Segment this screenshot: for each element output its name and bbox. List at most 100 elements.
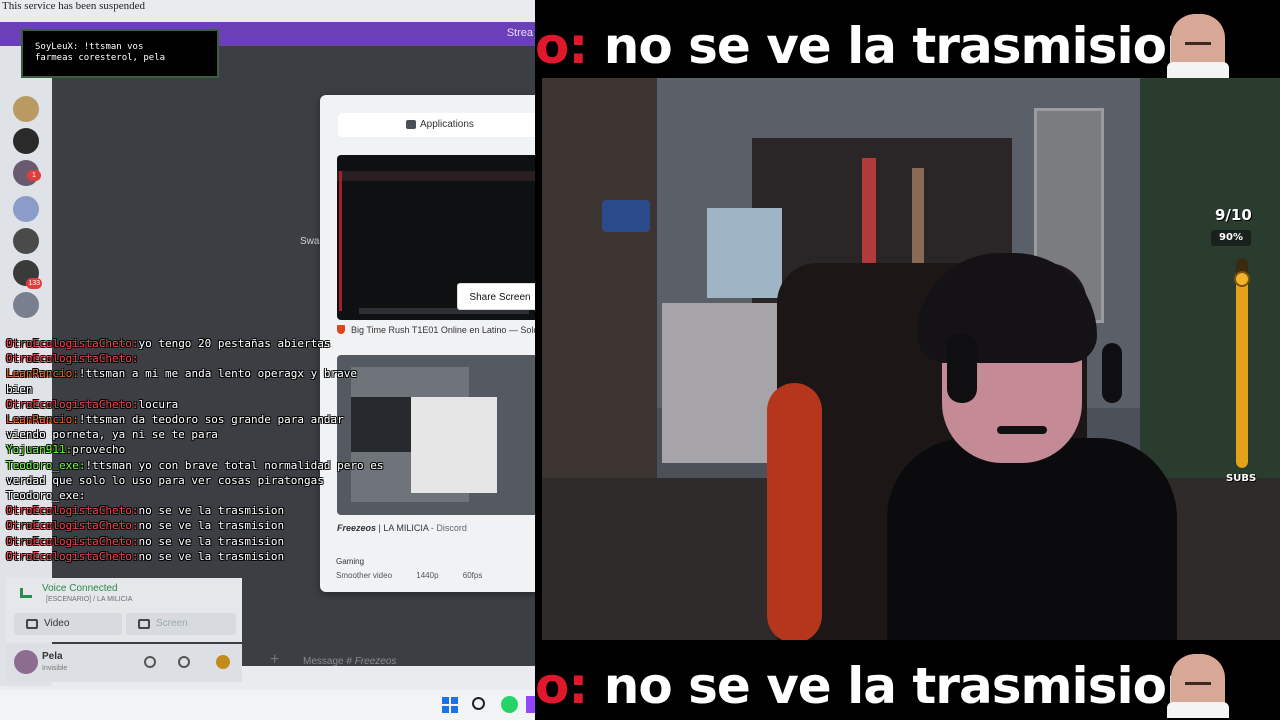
subs-count: 9/10 [1215, 206, 1252, 224]
preview-toolbar [337, 171, 535, 181]
wall-canvas [707, 208, 782, 298]
signal-icon [20, 588, 32, 598]
preview-discord-light [411, 397, 497, 493]
chat-text: no se ve la trasmision [138, 519, 285, 533]
window-icon [406, 120, 416, 129]
server-badge-1: 1 [27, 170, 41, 181]
headphones-icon[interactable] [178, 656, 190, 668]
preview-accent [339, 171, 342, 311]
streamer-body [887, 438, 1177, 640]
top-banner-text: o: no se ve la trasmision [535, 17, 1202, 75]
share-screen-button[interactable]: Share Screen [457, 283, 535, 310]
add-attachment-icon[interactable]: + [270, 651, 279, 669]
bottom-banner-message: no se ve la trasmision [587, 657, 1202, 715]
chat-message: Yojuan911:provecho [6, 443, 125, 457]
gear-icon[interactable] [216, 655, 230, 669]
whatsapp-icon[interactable] [501, 696, 518, 713]
windows-start-icon[interactable] [442, 697, 458, 713]
stream-label: Strea [506, 27, 533, 39]
placeholder-prefix: Message # [303, 656, 352, 667]
top-banner: o: no se ve la trasmision [535, 0, 1280, 78]
voice-status[interactable]: Voice Connected [42, 583, 118, 594]
user-status: Invisible [42, 665, 68, 672]
chat-message: OtroEcologistaCheto:no se ve la trasmisi… [6, 535, 284, 549]
window-preview-browser[interactable]: Share Screen [337, 155, 535, 320]
chat-username: LeanRancio: [6, 413, 79, 426]
chat-message: Teodoro_exe:!ttsman yo con brave total n… [6, 459, 384, 473]
mic-icon[interactable] [144, 656, 156, 668]
message-placeholder: Message # Freezeos [303, 656, 396, 667]
window-preview-discord[interactable] [337, 355, 535, 515]
avatar[interactable] [14, 650, 38, 674]
bottom-banner: o: no se ve la trasmision [535, 640, 1280, 718]
user-bar: Pela Invisible [6, 644, 242, 682]
video-button-label: Video [44, 618, 70, 629]
server-icon-7[interactable] [13, 292, 39, 318]
placeholder-channel: Freezeos [354, 656, 397, 667]
headset-left [947, 333, 977, 403]
chat-username: LeanRancio: [6, 367, 79, 381]
chat-text: yo tengo 20 pestañas abiertas [138, 337, 331, 350]
chat-message: Teodoro_exe: [6, 489, 85, 503]
server-icon-2[interactable] [13, 128, 39, 154]
taskbar [0, 690, 535, 720]
chat-text: verdad que solo lo uso para ver cosas pi… [6, 473, 324, 487]
quality-fps[interactable]: 60fps [463, 571, 483, 580]
chat-message: OtroEcologistaCheto:yo tengo 20 pestañas… [6, 337, 331, 351]
message-composer[interactable]: + Message # Freezeos [258, 648, 535, 676]
tts-face-image [1167, 14, 1229, 78]
chat-username: OtroEcologistaCheto: [6, 337, 139, 350]
quality-mode[interactable]: Smoother video [336, 571, 392, 580]
chat-username: Yojuan911: [6, 443, 73, 457]
screen-icon [138, 619, 150, 629]
quality-resolution[interactable]: 1440p [416, 571, 438, 580]
subs-meter-knob [1234, 271, 1250, 287]
preview-discord-dark [351, 397, 411, 452]
chat-message: bien [6, 383, 33, 397]
screen-button[interactable]: Screen [126, 613, 236, 635]
share-screen-panel: Applications Share Screen Big Time Rush … [320, 95, 535, 592]
server-icon-3-badge-wrap: 1 [24, 164, 41, 181]
chat-text: !ttsman yo con brave total normalidad pe… [85, 458, 384, 472]
window2-app: - Discord [428, 523, 467, 533]
webcam-room: 9/10 90% SUBS [542, 78, 1280, 640]
server-icon-4[interactable] [13, 196, 39, 222]
suspended-notice: This service has been suspended [2, 0, 145, 12]
chat-message: LeanRancio:!ttsman da teodoro sos grande… [6, 413, 344, 427]
search-icon[interactable] [472, 697, 485, 710]
chat-message: OtroEcologistaCheto:no se ve la trasmisi… [6, 519, 284, 533]
chat-username: OtroEcologistaCheto: [6, 352, 139, 366]
server-icon-6[interactable]: 133 [13, 260, 42, 289]
bottom-banner-text: o: no se ve la trasmision [535, 657, 1202, 715]
video-button[interactable]: Video [14, 613, 122, 635]
chat-text: viendo porneta, ya ni se te para [6, 428, 218, 442]
top-banner-prefix: o: [535, 17, 588, 75]
webcam-feed: o: no se ve la trasmision 9/10 90% SUBS … [535, 0, 1280, 720]
bottom-banner-prefix: o: [535, 657, 588, 715]
tts-toast: SoyLeuX: !ttsman vos farmeas coresterol,… [21, 29, 219, 78]
subs-percent: 90% [1211, 230, 1251, 246]
chat-username: Teodoro_exe: [6, 489, 86, 502]
tab-applications[interactable]: Applications [338, 113, 535, 137]
tts-face-image-bottom [1167, 654, 1229, 718]
window-caption-discord: Freezeos | LA MILICIA - Discord [337, 523, 467, 533]
chat-username: OtroEcologistaCheto: [6, 549, 139, 563]
chat-text: provecho [72, 443, 126, 457]
chat-message: OtroEcologistaCheto:no se ve la trasmisi… [6, 550, 284, 564]
chat-text: locura [138, 397, 179, 411]
chat-text: no se ve la trasmision [138, 549, 285, 563]
chat-text: !ttsman da teodoro sos grande para andar [78, 413, 344, 426]
server-icon-1[interactable] [13, 96, 39, 122]
headset-right [1102, 343, 1122, 403]
chat-message: verdad que solo lo uso para ver cosas pi… [6, 474, 324, 488]
twitch-icon[interactable] [526, 696, 535, 713]
chat-text: no se ve la trasmision [138, 534, 285, 548]
subs-meter-fill [1236, 279, 1248, 468]
voice-server: [ESCENARIO] / LA MILICIA [46, 596, 133, 603]
stream-quality: Smoother video 1440p 60fps [336, 571, 504, 580]
chat-message: LeanRancio:!ttsman a mi me anda lento op… [6, 367, 357, 381]
chat-message: OtroEcologistaCheto:locura [6, 398, 178, 412]
subs-label: SUBS [1226, 473, 1257, 484]
server-icon-5[interactable] [13, 228, 39, 254]
preset-gaming[interactable]: Gaming [336, 557, 364, 566]
